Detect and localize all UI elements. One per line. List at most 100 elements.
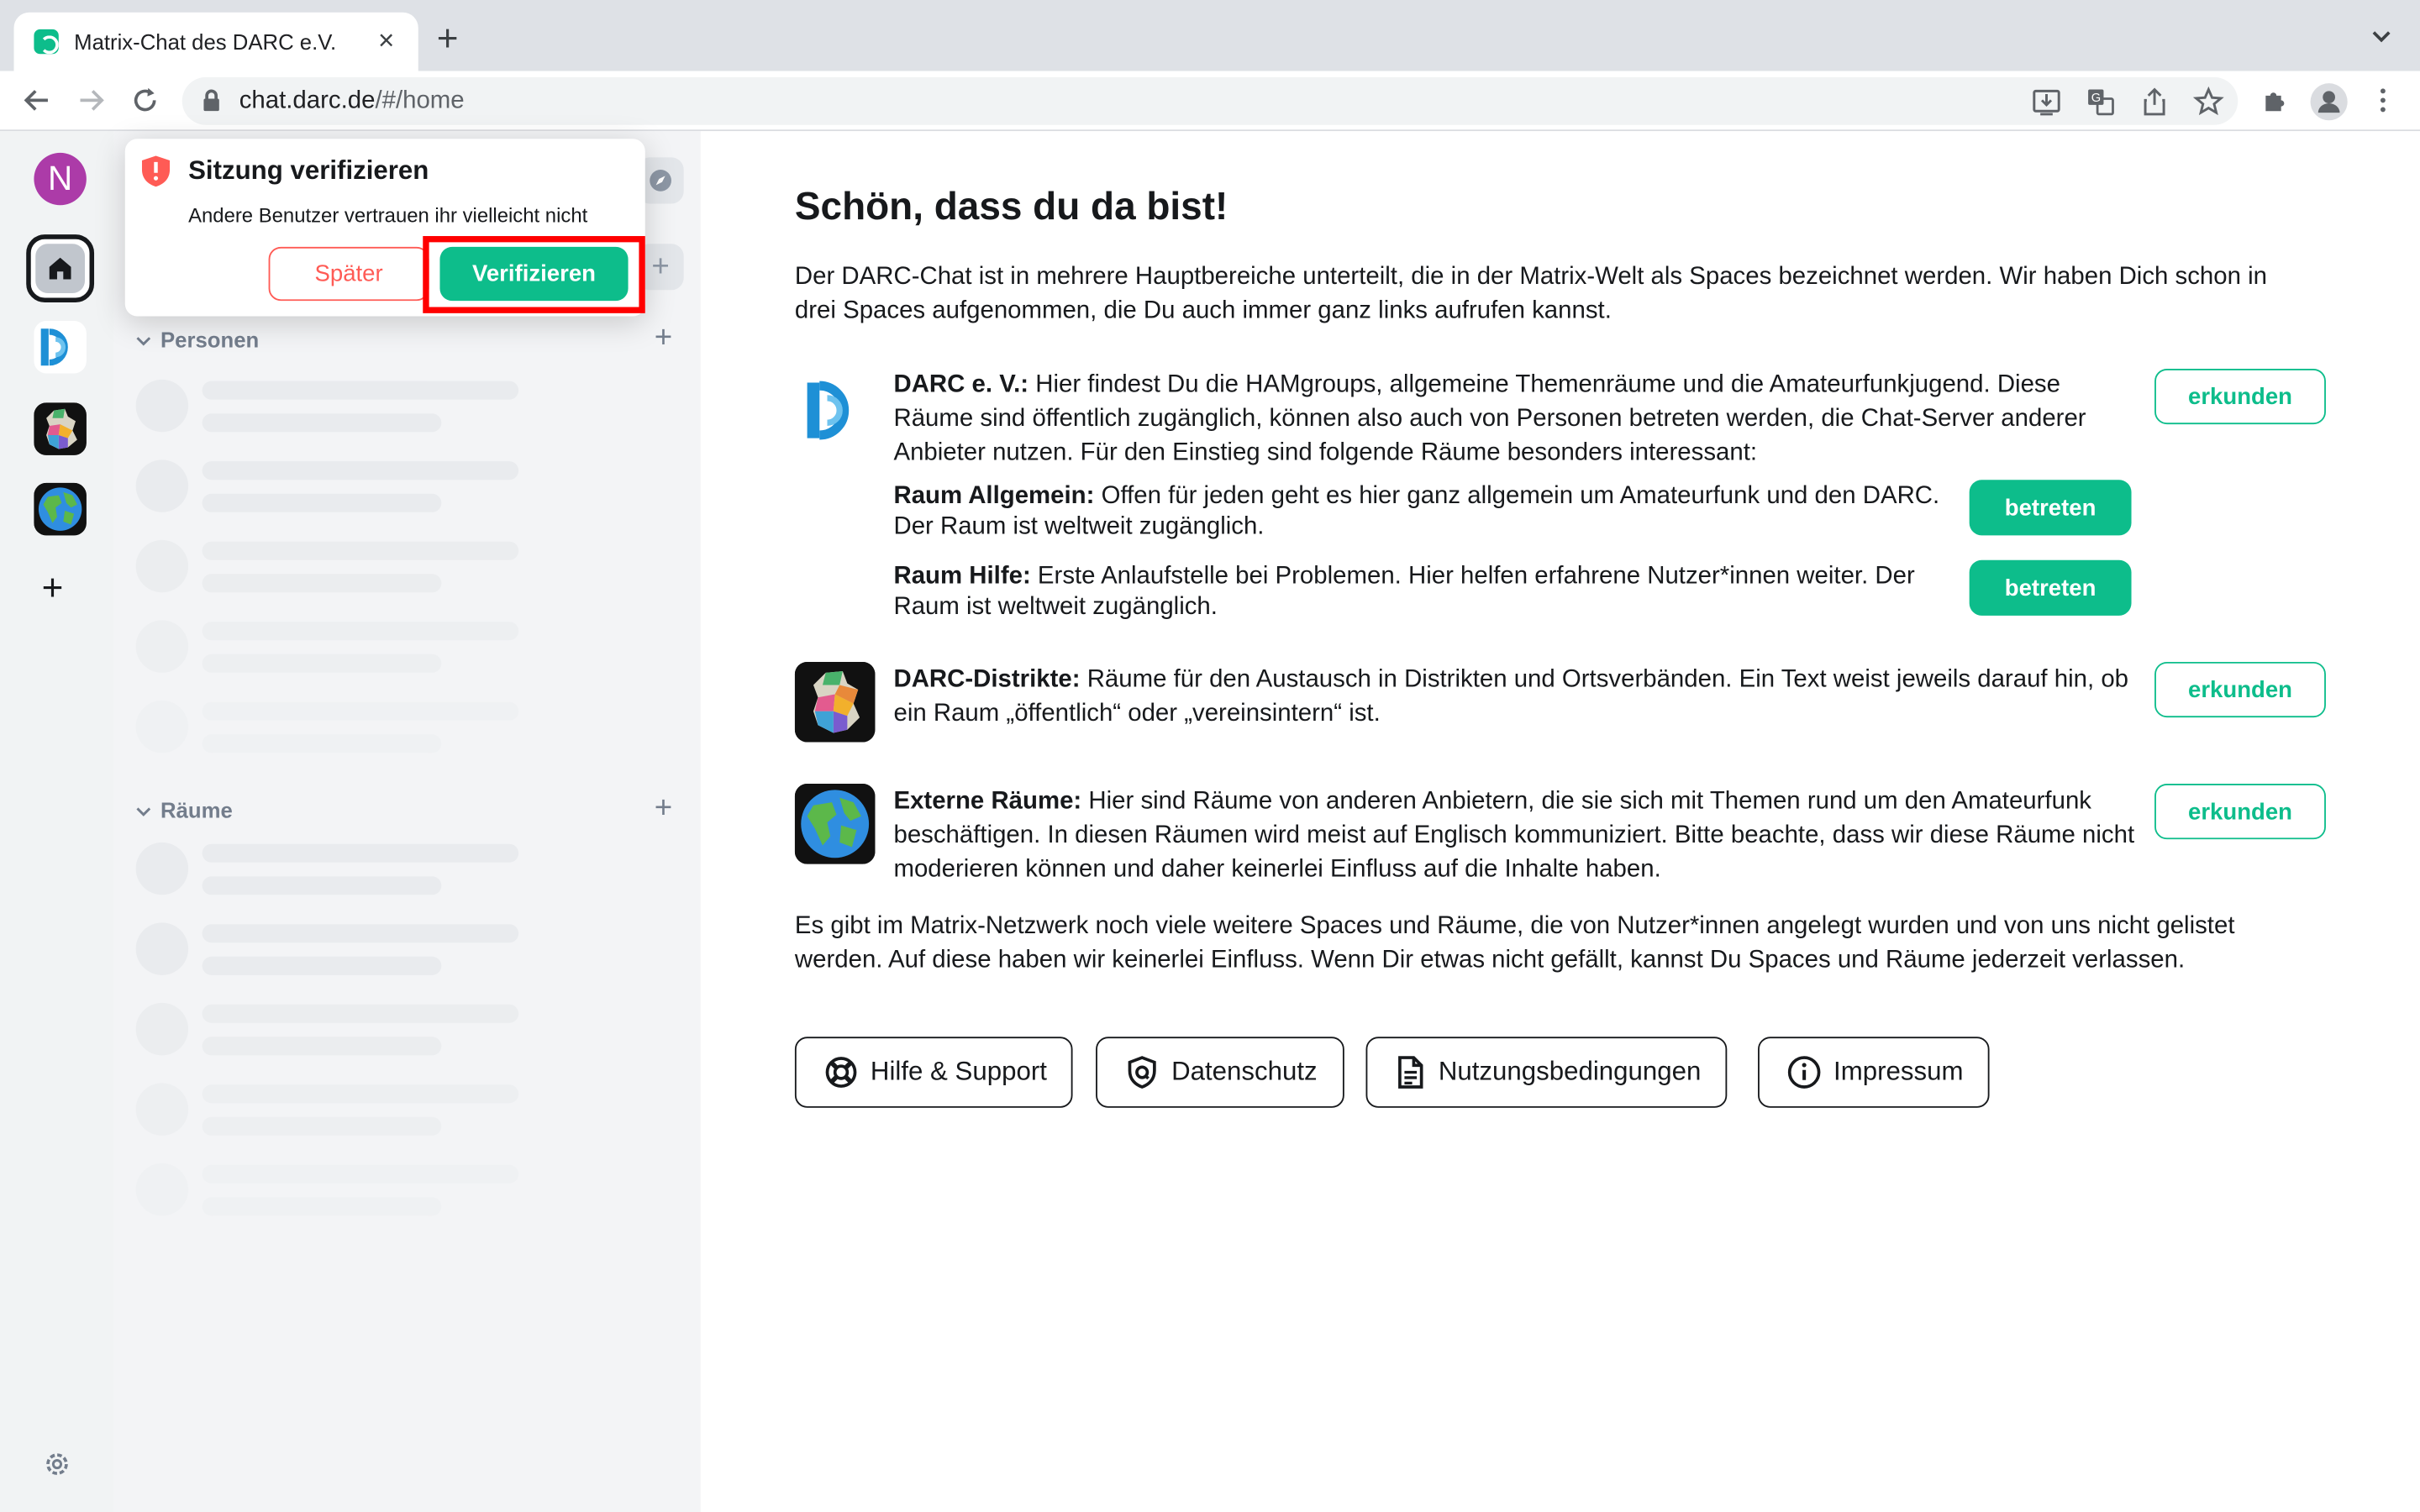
privacy-label: Datenschutz [1171,1057,1318,1087]
url-path: /#/home [375,87,465,114]
districts-description: DARC-Distrikte: Räume für den Austausch … [893,664,2136,732]
share-icon[interactable] [2139,87,2170,125]
info-icon [1787,1056,1821,1089]
skeleton-line [202,1037,442,1056]
section-people-header[interactable]: Personen [136,327,260,352]
skeleton-line [202,493,442,512]
home-page: Schön, dass du da bist! Der DARC-Chat is… [700,131,2420,1512]
start-chat-plus-icon[interactable]: + [655,321,672,356]
skeleton-line [202,876,442,895]
skeleton-line [202,654,442,673]
back-icon[interactable] [18,81,55,118]
section-rooms-label: Räume [160,797,233,822]
verify-session-toast: Sitzung verifizieren Andere Benutzer ver… [124,139,645,317]
page-title: Schön, dass du da bist! [794,185,1228,228]
profile-icon[interactable] [2310,83,2348,121]
browser-tabstrip: Matrix-Chat des DARC e.V. × + [0,0,2420,71]
skeleton-line [202,924,519,943]
svg-text:G: G [2091,92,2101,105]
home-space-button[interactable] [26,234,95,303]
url-text[interactable]: chat.darc.de/#/home [239,88,465,116]
districts-name: DARC-Distrikte: [893,666,1081,693]
warning-shield-icon [140,155,171,197]
url-host: chat.darc.de [239,87,376,114]
skeleton-line [202,381,519,400]
skeleton-avatar [135,1083,189,1136]
darc-logo-icon [794,370,876,451]
quick-settings-gear-icon[interactable] [43,1451,71,1486]
skeleton-avatar [135,620,189,673]
darc-space-icon[interactable] [34,321,87,374]
address-bar[interactable]: chat.darc.de/#/home G [182,76,2238,125]
skeleton-line [202,461,519,480]
add-room-plus-icon[interactable]: + [655,791,672,827]
join-general-button[interactable]: betreten [1969,480,2132,536]
browser-menu-icon[interactable] [2365,81,2402,118]
skeleton-line [202,541,519,560]
section-people-label: Personen [160,327,260,352]
later-button[interactable]: Später [268,246,429,302]
help-support-label: Hilfe & Support [870,1057,1047,1087]
intro-text: Der DARC-Chat ist in mehrere Hauptbereic… [794,264,2267,324]
forward-icon[interactable] [72,81,109,118]
translate-icon[interactable]: G [2085,87,2116,125]
explore-external-button[interactable]: erkunden [2154,784,2326,840]
room-help-description: Raum Hilfe: Erste Anlaufstelle bei Probl… [893,562,1958,623]
imprint-button[interactable]: Impressum [1758,1037,1990,1108]
verify-button[interactable]: Verifizieren [439,246,629,302]
districts-map-icon [794,661,876,743]
browser-toolbar: chat.darc.de/#/home G [0,71,2420,132]
skeleton-line [202,734,442,753]
skeleton-line [202,622,519,641]
lock-icon[interactable] [203,89,221,119]
skeleton-avatar [135,379,189,433]
skeleton-line [202,1164,519,1184]
extensions-icon[interactable] [2256,81,2293,118]
element-favicon-icon [34,29,59,55]
external-description: Externe Räume: Hier sind Räume von ander… [893,785,2136,887]
darc-description: DARC e. V.: Hier findest Du die HAMgroup… [893,369,2097,470]
outro-text: Es gibt im Matrix-Netzwerk noch viele we… [794,913,2235,974]
tab-search-chevron-icon[interactable] [2370,24,2392,52]
skeleton-avatar [135,1002,189,1056]
join-help-button[interactable]: betreten [1969,559,2132,616]
privacy-button[interactable]: Datenschutz [1096,1037,1344,1108]
user-avatar[interactable]: N [34,152,87,206]
install-app-icon[interactable] [2031,87,2062,125]
darc-name: DARC e. V.: [893,371,1029,398]
skeleton-line [202,843,519,863]
document-icon [1398,1056,1423,1089]
lifebuoy-icon [825,1057,857,1088]
globe-icon [794,784,876,864]
skeleton-line [202,1197,442,1216]
room-help-text: Erste Anlaufstelle bei Problemen. Hier h… [893,563,1915,621]
room-help-name: Raum Hilfe: [893,563,1031,590]
reload-icon[interactable] [127,81,164,118]
browser-tab[interactable]: Matrix-Chat des DARC e.V. × [13,12,418,71]
skeleton-avatar [135,922,189,975]
terms-button[interactable]: Nutzungsbedingungen [1365,1037,1728,1108]
tab-close-icon[interactable]: × [378,24,394,55]
explore-districts-button[interactable]: erkunden [2154,661,2326,718]
districts-space-icon[interactable] [34,402,87,455]
explore-darc-button[interactable]: erkunden [2154,368,2326,425]
home-icon [35,244,86,293]
new-tab-icon[interactable]: + [437,21,459,59]
skeleton-avatar [135,1163,189,1216]
room-list: + Personen + Räume + [113,131,701,1512]
help-support-button[interactable]: Hilfe & Support [794,1037,1074,1108]
skeleton-line [202,1084,519,1104]
section-rooms-header[interactable]: Räume [136,798,233,822]
toast-description: Andere Benutzer vertrauen ihr vielleicht… [188,203,588,228]
darc-text: Hier findest Du die HAMgroups, allgemein… [893,371,2086,466]
create-space-icon[interactable]: + [42,568,64,611]
skeleton-avatar [135,459,189,512]
bookmark-star-icon[interactable] [2192,86,2224,125]
skeleton-line [202,701,519,721]
skeleton-line [202,413,442,433]
external-space-icon[interactable] [34,482,87,536]
imprint-label: Impressum [1833,1057,1964,1087]
skeleton-avatar [135,700,189,753]
terms-label: Nutzungsbedingungen [1438,1057,1702,1087]
skeleton-line [202,1004,519,1023]
